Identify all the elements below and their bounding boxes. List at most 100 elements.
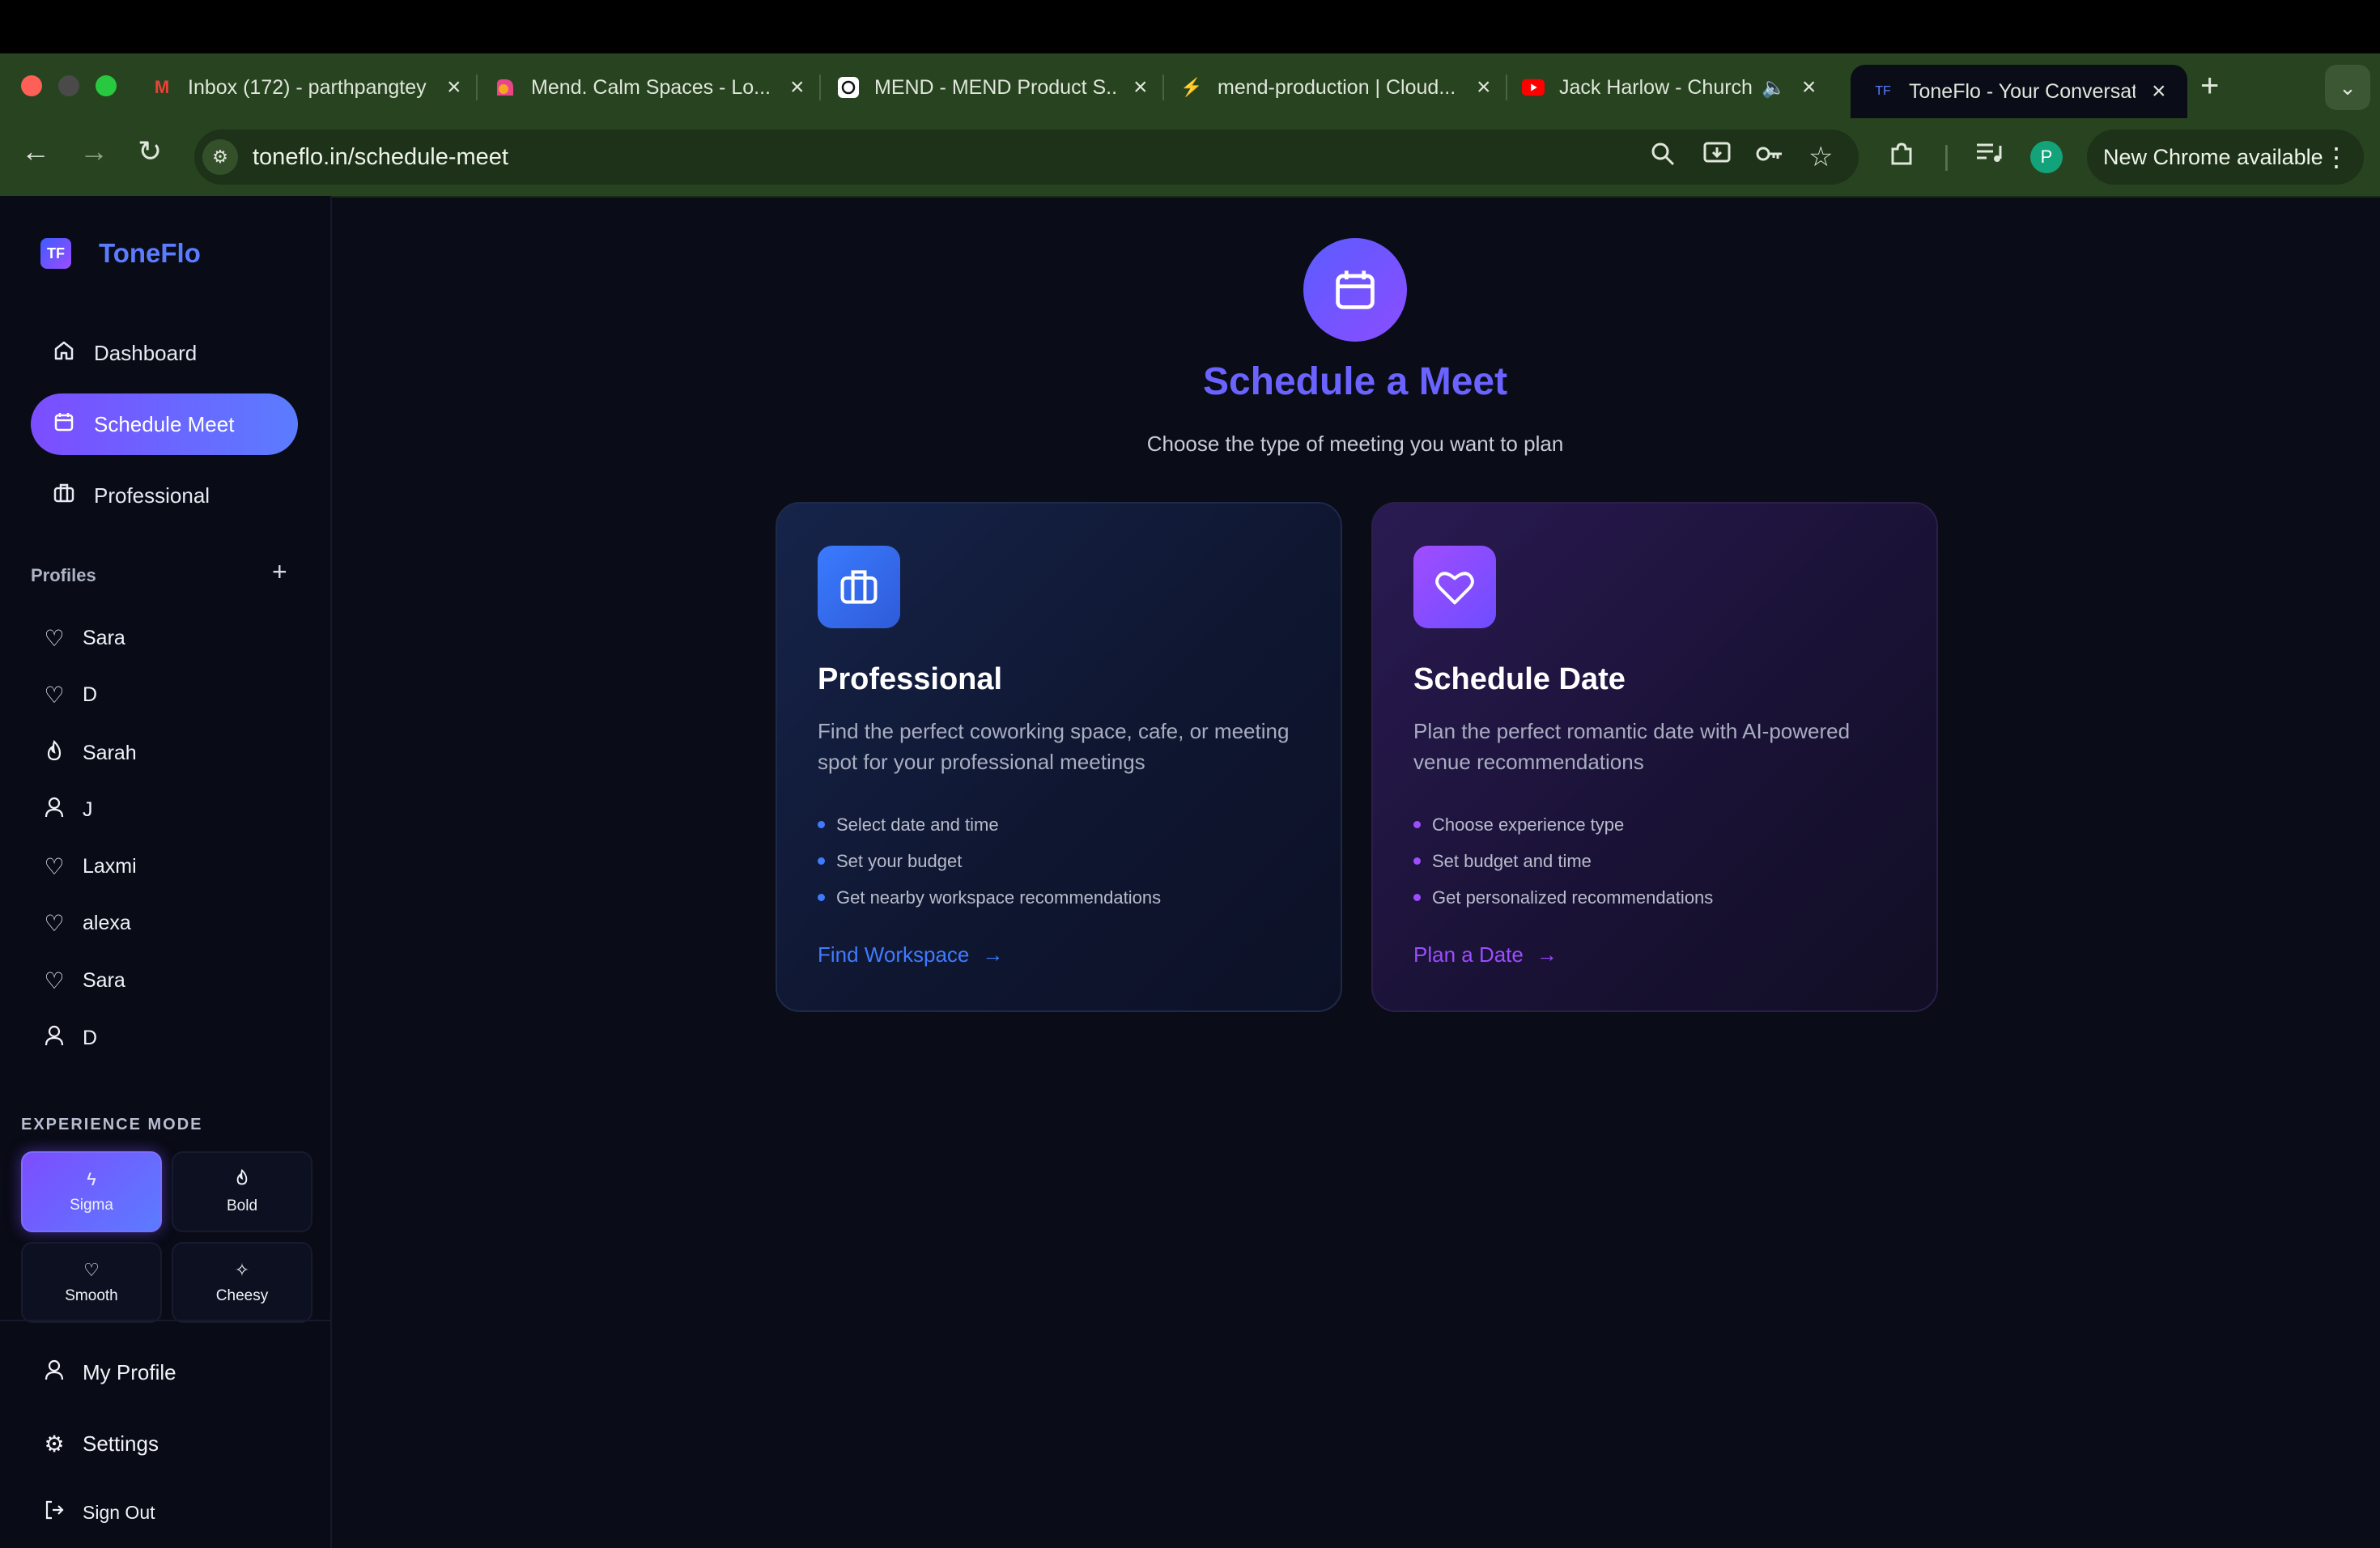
card-title: Professional <box>818 662 1003 696</box>
page-subtitle: Choose the type of meeting you want to p… <box>1146 432 1564 456</box>
card-description: Find the perfect coworking space, cafe, … <box>818 719 1290 774</box>
sidebar-item-my-profile[interactable]: My Profile <box>40 1359 176 1387</box>
zoom-icon[interactable] <box>1650 141 1676 174</box>
bullet-dot <box>818 821 825 828</box>
feature-item: Set your budget <box>818 843 1161 879</box>
sign-out-button[interactable]: Sign Out <box>40 1499 155 1526</box>
find-workspace-link[interactable]: Find Workspace → <box>818 942 1003 968</box>
profile-item[interactable]: ♡ Laxmi <box>40 853 136 880</box>
home-icon <box>52 339 76 368</box>
heart-icon: ♡ <box>83 1260 100 1280</box>
sidebar-item-professional[interactable]: Professional <box>31 465 298 526</box>
cta-label: Plan a Date <box>1413 942 1524 967</box>
plan-a-date-link[interactable]: Plan a Date → <box>1413 942 1558 968</box>
heart-icon: ♡ <box>44 968 65 993</box>
browser-tab-active[interactable]: TF ToneFlo - Your Conversation × <box>1851 65 2187 118</box>
tab-search-button[interactable]: ⌄ <box>2325 65 2370 110</box>
bookmark-star-icon[interactable]: ☆ <box>1808 141 1833 173</box>
profile-item[interactable]: Sarah <box>40 739 137 768</box>
mode-bold[interactable]: Bold <box>172 1151 312 1232</box>
close-icon[interactable]: × <box>1133 74 1148 101</box>
sidebar-item-label: Dashboard <box>94 340 198 365</box>
professional-card[interactable]: Professional Find the perfect coworking … <box>776 502 1342 1012</box>
window-minimize-button[interactable] <box>58 75 79 96</box>
profiles-heading: Profiles <box>31 565 96 585</box>
close-icon[interactable]: × <box>1802 74 1817 101</box>
profile-item[interactable]: ♡ Sara <box>40 625 125 652</box>
speaker-icon[interactable]: 🔈 <box>1762 76 1786 100</box>
sidebar-item-schedule-meet[interactable]: Schedule Meet <box>31 393 298 455</box>
reload-icon[interactable]: ↻ <box>138 134 162 168</box>
browser-tab[interactable]: MEND - MEND Product S... × <box>837 65 1148 110</box>
feature-text: Set budget and time <box>1432 850 1592 871</box>
extensions-icon[interactable] <box>1888 141 1914 174</box>
profile-name: Sarah <box>83 742 137 764</box>
close-icon[interactable]: × <box>1477 74 1491 101</box>
site-info-icon[interactable]: ⚙ <box>202 139 238 175</box>
tab-title: Jack Harlow - Church <box>1559 75 1753 99</box>
card-description: Plan the perfect romantic date with AI-p… <box>1413 719 1851 774</box>
forward-arrow-icon[interactable]: → <box>79 134 108 168</box>
browser-tab[interactable]: M Inbox (172) - parthpangtey × <box>151 65 461 110</box>
address-bar[interactable]: ⚙ toneflo.in/schedule-meet <box>194 130 1859 185</box>
bullet-dot <box>1413 894 1421 901</box>
sidebar-item-settings[interactable]: ⚙ Settings <box>40 1431 159 1457</box>
window-maximize-button[interactable] <box>96 75 117 96</box>
bullet-dot <box>1413 857 1421 865</box>
profile-item[interactable]: ♡ D <box>40 682 97 708</box>
feature-text: Select date and time <box>836 814 999 835</box>
profile-item[interactable]: ♡ alexa <box>40 910 130 937</box>
feature-text: Set your budget <box>836 850 963 871</box>
mode-smooth[interactable]: ♡ Smooth <box>21 1242 162 1323</box>
kebab-menu-icon[interactable]: ⋮ <box>2323 142 2349 172</box>
mode-label: Bold <box>226 1197 258 1214</box>
tab-title: mend-production | Cloud... <box>1218 75 1456 99</box>
sidebar-item-label: Settings <box>83 1431 159 1456</box>
close-icon[interactable]: × <box>2152 78 2166 105</box>
briefcase-icon <box>52 482 76 510</box>
bolt-icon: ϟ <box>87 1169 96 1189</box>
back-arrow-icon[interactable]: ← <box>21 134 50 168</box>
chrome-update-button[interactable]: New Chrome available ⋮ <box>2087 130 2364 185</box>
brand-name: ToneFlo <box>99 238 201 268</box>
sidebar-item-dashboard[interactable]: Dashboard <box>31 322 298 384</box>
gear-icon: ⚙ <box>44 1431 65 1457</box>
feature-text: Get nearby workspace recommendations <box>836 887 1162 908</box>
bullet-dot <box>818 894 825 901</box>
arrow-right-icon: → <box>982 942 1004 967</box>
install-app-icon[interactable] <box>1703 141 1731 174</box>
sidebar-item-label: Professional <box>94 483 210 508</box>
profile-item[interactable]: ♡ Sara <box>40 968 125 994</box>
tab-separator <box>819 74 821 100</box>
heart-icon: ♡ <box>44 854 65 879</box>
url-text[interactable]: toneflo.in/schedule-meet <box>253 144 508 171</box>
toneflo-logo-icon: TF <box>40 238 71 269</box>
close-icon[interactable]: × <box>790 74 805 101</box>
schedule-date-card[interactable]: Schedule Date Plan the perfect romantic … <box>1371 502 1938 1012</box>
profile-item[interactable]: J <box>40 796 93 824</box>
browser-tab[interactable]: ⚡ mend-production | Cloud... × <box>1180 65 1491 110</box>
sparkles-icon: ✧ <box>234 1260 250 1280</box>
close-icon[interactable]: × <box>447 74 461 101</box>
heart-icon: ♡ <box>44 911 65 936</box>
profile-item[interactable]: D <box>40 1024 97 1053</box>
user-icon <box>40 1024 68 1053</box>
mode-label: Smooth <box>65 1287 118 1304</box>
add-profile-button[interactable]: + <box>272 557 287 587</box>
brand[interactable]: TF ToneFlo <box>40 238 201 269</box>
profile-avatar[interactable]: P <box>2030 141 2063 173</box>
feature-text: Get personalized recommendations <box>1432 887 1714 908</box>
browser-tab[interactable]: Jack Harlow - Church 🔈 × <box>1522 65 1816 110</box>
tab-title: MEND - MEND Product S... <box>874 75 1117 99</box>
feature-item: Select date and time <box>818 806 1161 843</box>
media-controls-icon[interactable] <box>1975 141 2003 172</box>
feature-item: Get nearby workspace recommendations <box>818 879 1161 916</box>
tab-title: ToneFlo - Your Conversation <box>1909 79 2136 103</box>
mode-sigma[interactable]: ϟ Sigma <box>21 1151 162 1232</box>
browser-tab[interactable]: Mend. Calm Spaces - Lo... × <box>494 65 805 110</box>
window-close-button[interactable] <box>21 75 42 96</box>
profile-name: J <box>83 798 93 821</box>
new-tab-button[interactable]: + <box>2200 68 2219 104</box>
key-icon[interactable] <box>1755 141 1784 174</box>
mode-cheesy[interactable]: ✧ Cheesy <box>172 1242 312 1323</box>
